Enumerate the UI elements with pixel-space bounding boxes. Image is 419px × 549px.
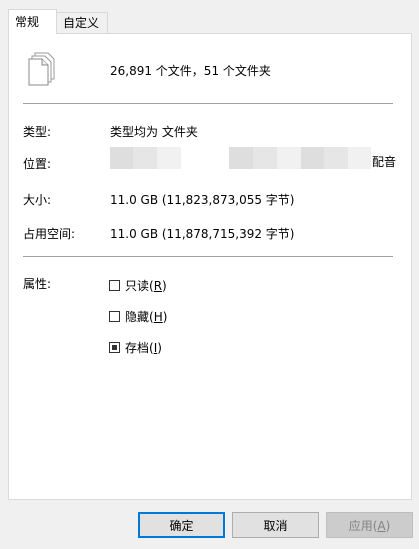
archive-checkbox[interactable]: 存档(I) bbox=[109, 339, 162, 356]
readonly-label: 只读(R) bbox=[125, 279, 167, 293]
tab-strip: 常规 自定义 bbox=[8, 9, 412, 34]
checkbox-box[interactable] bbox=[109, 342, 120, 353]
item-count-summary: 26,891 个文件，51 个文件夹 bbox=[110, 64, 271, 78]
ok-button-label: 确定 bbox=[169, 518, 194, 533]
apply-button-label: 应用(A) bbox=[348, 518, 391, 533]
separator bbox=[23, 256, 393, 257]
tab-general-label: 常规 bbox=[15, 15, 40, 29]
separator bbox=[23, 103, 393, 104]
hidden-checkbox[interactable]: 隐藏(H) bbox=[109, 308, 167, 325]
properties-panel: 26,891 个文件，51 个文件夹 类型: 类型均为 文件夹 位置: 配音 大… bbox=[8, 33, 412, 500]
attributes-label: 属性: bbox=[23, 277, 52, 291]
size-value: 11.0 GB (11,823,873,055 字节) bbox=[110, 193, 295, 207]
tab-general[interactable]: 常规 bbox=[8, 9, 57, 34]
location-label: 位置: bbox=[23, 157, 52, 171]
type-value: 类型均为 文件夹 bbox=[110, 125, 198, 139]
size-label: 大小: bbox=[23, 193, 52, 207]
tab-custom-label: 自定义 bbox=[63, 16, 100, 30]
ok-button[interactable]: 确定 bbox=[138, 512, 225, 538]
type-label: 类型: bbox=[23, 125, 52, 139]
cancel-button[interactable]: 取消 bbox=[232, 512, 319, 538]
size-on-disk-value: 11.0 GB (11,878,715,392 字节) bbox=[110, 227, 295, 241]
multiple-files-icon bbox=[28, 52, 55, 86]
checkbox-box[interactable] bbox=[109, 311, 120, 322]
readonly-checkbox[interactable]: 只读(R) bbox=[109, 277, 167, 294]
size-on-disk-label: 占用空间: bbox=[23, 227, 76, 241]
apply-button[interactable]: 应用(A) bbox=[326, 512, 413, 538]
checkbox-box[interactable] bbox=[109, 280, 120, 291]
hidden-label: 隐藏(H) bbox=[125, 310, 168, 324]
archive-label: 存档(I) bbox=[125, 341, 162, 355]
tab-custom[interactable]: 自定义 bbox=[56, 12, 108, 33]
cancel-button-label: 取消 bbox=[263, 518, 288, 533]
location-value-tail: 配音 bbox=[372, 155, 397, 169]
